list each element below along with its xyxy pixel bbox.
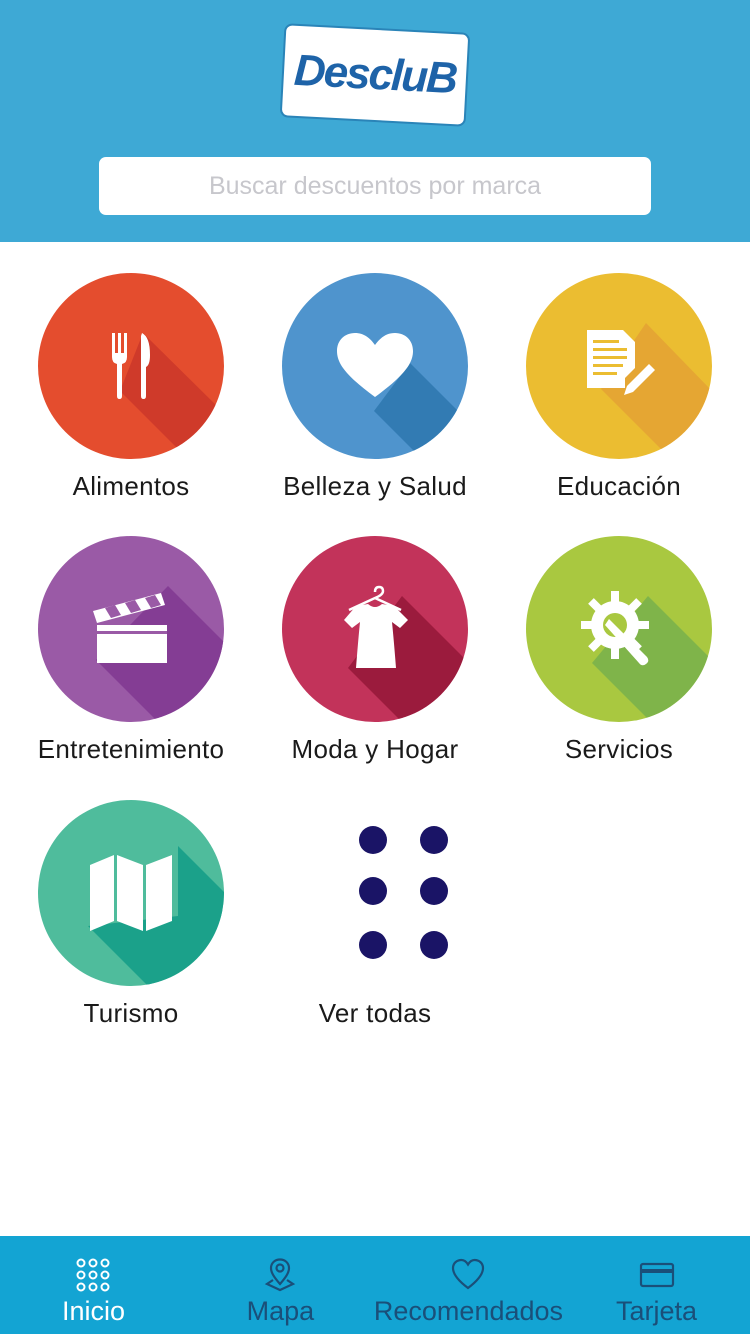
category-label: Belleza y Salud [283, 471, 467, 501]
category-label: Educación [556, 471, 682, 501]
dots-grid-icon [282, 800, 468, 986]
tab-tarjeta[interactable]: Tarjeta [563, 1236, 750, 1334]
category-ver-todas[interactable]: Ver todas [253, 800, 497, 1050]
heart-outline-icon [452, 1258, 485, 1290]
desclub-logo: DescluB [279, 23, 471, 127]
category-label: Alimentos [72, 471, 190, 501]
grid-dots-icon [76, 1258, 110, 1292]
tab-label: Recomendados [373, 1296, 564, 1326]
category-label: Ver todas [318, 998, 432, 1028]
tab-label: Tarjeta [615, 1296, 698, 1326]
fork-knife-icon [112, 333, 150, 399]
category-label: Turismo [83, 998, 179, 1028]
header: DescluB [0, 0, 750, 242]
search-input[interactable] [99, 157, 651, 215]
document-pencil-icon [587, 330, 655, 395]
map-icon [90, 855, 172, 931]
category-servicios[interactable]: Servicios [497, 536, 741, 786]
category-educacion[interactable]: Educación [497, 273, 741, 523]
tab-inicio[interactable]: Inicio [0, 1236, 187, 1334]
category-moda-y-hogar[interactable]: Moda y Hogar [253, 536, 497, 786]
logo-text: DescluB [292, 45, 458, 104]
category-circle [38, 273, 224, 459]
gear-wrench-icon [581, 591, 649, 666]
category-circle [282, 536, 468, 722]
category-label: Servicios [564, 734, 674, 764]
tab-label: Mapa [246, 1296, 315, 1326]
shirt-hanger-icon [344, 585, 408, 668]
card-icon [639, 1262, 674, 1288]
category-belleza-y-salud[interactable]: Belleza y Salud [253, 273, 497, 523]
map-pin-icon [265, 1258, 296, 1292]
category-label: Moda y Hogar [291, 734, 459, 764]
tab-recomendados[interactable]: Recomendados [374, 1236, 563, 1334]
tab-label: Inicio [61, 1296, 125, 1326]
clapperboard-icon [93, 593, 167, 663]
heart-icon [337, 333, 413, 397]
category-circle [38, 536, 224, 722]
category-circle [526, 536, 712, 722]
category-circle [282, 273, 468, 459]
tab-mapa[interactable]: Mapa [187, 1236, 374, 1334]
category-alimentos[interactable]: Alimentos [9, 273, 253, 523]
category-label: Entretenimiento [37, 734, 225, 764]
category-entretenimiento[interactable]: Entretenimiento [9, 536, 253, 786]
tab-bar: Inicio Mapa Recomendados Tarjeta [0, 1236, 750, 1334]
category-circle [38, 800, 224, 986]
category-turismo[interactable]: Turismo [9, 800, 253, 1050]
category-circle [526, 273, 712, 459]
